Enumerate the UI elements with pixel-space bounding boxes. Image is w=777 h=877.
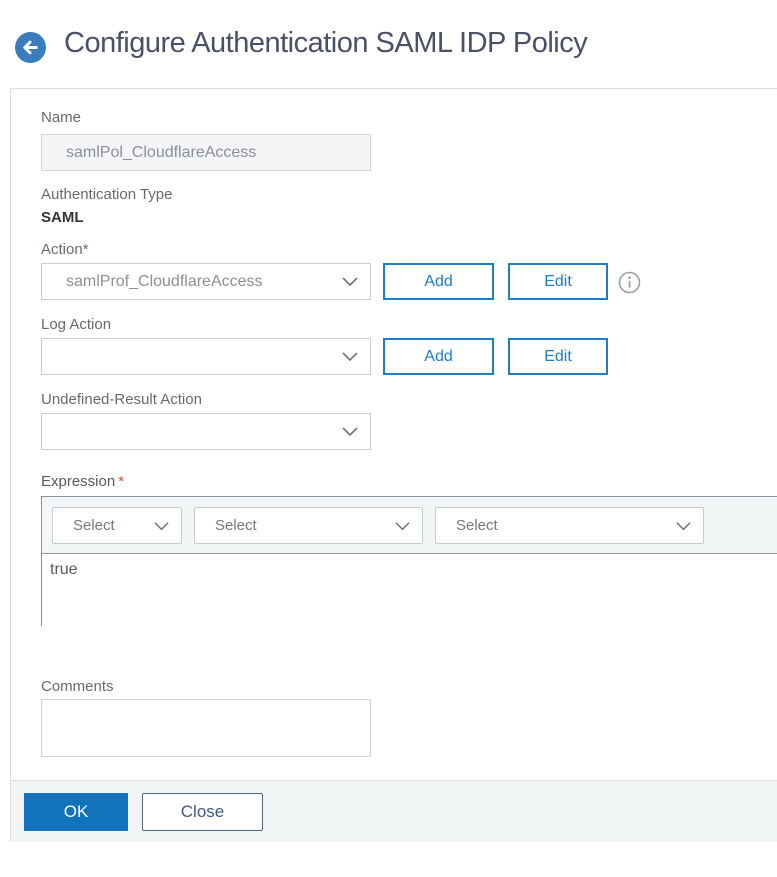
ok-button[interactable]: OK bbox=[24, 793, 128, 831]
add-action-button[interactable]: Add bbox=[383, 263, 494, 300]
expression-textarea[interactable]: true bbox=[42, 555, 777, 626]
edit-action-button[interactable]: Edit bbox=[508, 263, 608, 300]
action-select-value: samlProf_CloudflareAccess bbox=[66, 272, 263, 290]
action-label: Action* bbox=[41, 241, 89, 258]
action-select[interactable]: samlProf_CloudflareAccess bbox=[41, 263, 371, 300]
authentication-type-label: Authentication Type bbox=[41, 186, 173, 203]
comments-textarea[interactable] bbox=[41, 699, 371, 757]
expression-label: Expression * bbox=[41, 473, 125, 490]
info-icon[interactable] bbox=[618, 271, 641, 294]
footer-bar: OK Close bbox=[11, 780, 777, 842]
expression-toolbar: Select Select Select bbox=[42, 497, 777, 554]
page-header: Configure Authentication SAML IDP Policy bbox=[0, 0, 777, 88]
arrow-left-circle-icon bbox=[15, 32, 46, 63]
expression-select-3[interactable]: Select bbox=[435, 507, 704, 544]
page-title: Configure Authentication SAML IDP Policy bbox=[64, 27, 588, 59]
authentication-type-value: SAML bbox=[41, 209, 84, 226]
comments-label: Comments bbox=[41, 678, 114, 695]
content-panel: Name Authentication Type SAML Action* sa… bbox=[10, 88, 777, 842]
expression-builder: Select Select Select true bbox=[41, 496, 777, 626]
name-input bbox=[41, 134, 371, 171]
chevron-down-icon bbox=[342, 348, 358, 366]
undefined-result-action-select[interactable] bbox=[41, 413, 371, 450]
edit-log-action-button[interactable]: Edit bbox=[508, 338, 608, 375]
chevron-down-icon bbox=[342, 423, 358, 441]
chevron-down-icon bbox=[342, 273, 358, 291]
add-log-action-button[interactable]: Add bbox=[383, 338, 494, 375]
chevron-down-icon bbox=[676, 517, 691, 534]
name-label: Name bbox=[41, 109, 82, 126]
log-action-select[interactable] bbox=[41, 338, 371, 375]
expression-select-2[interactable]: Select bbox=[194, 507, 423, 544]
undefined-result-action-label: Undefined-Result Action bbox=[41, 391, 202, 408]
required-asterisk: * bbox=[118, 473, 125, 490]
chevron-down-icon bbox=[154, 517, 169, 534]
close-button[interactable]: Close bbox=[142, 793, 263, 831]
log-action-label: Log Action bbox=[41, 316, 112, 333]
chevron-down-icon bbox=[395, 517, 410, 534]
back-button[interactable] bbox=[15, 32, 46, 63]
expression-select-1[interactable]: Select bbox=[52, 507, 182, 544]
